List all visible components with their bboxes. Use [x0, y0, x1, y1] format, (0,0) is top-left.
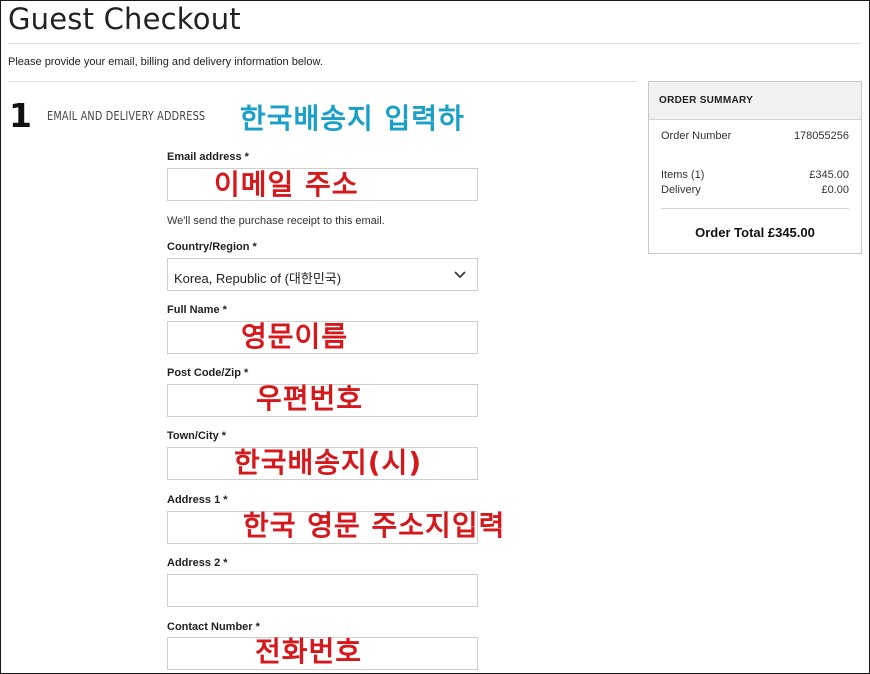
chevron-down-icon — [454, 271, 466, 279]
address1-annotation: 한국 영문 주소지입력 — [243, 509, 506, 542]
post-code-annotation: 우편번호 — [256, 382, 364, 415]
step-number: 1 — [9, 96, 32, 135]
title-divider — [8, 43, 861, 44]
address2-field[interactable] — [167, 574, 478, 607]
post-code-label: Post Code/Zip * — [167, 367, 249, 379]
town-label: Town/City * — [167, 430, 227, 442]
full-name-label: Full Name * — [167, 304, 227, 316]
email-label: Email address * — [167, 151, 249, 163]
step-annotation: 한국배송지 입력하 — [240, 102, 465, 135]
order-summary: ORDER SUMMARY Order Number 178055256 Ite… — [648, 81, 862, 254]
intro-text: Please provide your email, billing and d… — [8, 56, 323, 68]
contact-label: Contact Number * — [167, 621, 260, 633]
address2-label: Address 2 * — [167, 557, 228, 569]
order-number-value: 178055256 — [793, 130, 849, 142]
order-summary-title: ORDER SUMMARY — [659, 95, 754, 106]
email-help-text: We'll send the purchase receipt to this … — [167, 215, 385, 227]
step-title: EMAIL AND DELIVERY ADDRESS — [47, 109, 206, 123]
full-name-annotation: 영문이름 — [241, 320, 349, 353]
address1-label: Address 1 * — [167, 494, 228, 506]
email-annotation: 이메일 주소 — [214, 168, 359, 201]
country-selected-value: Korea, Republic of (대한민국) — [174, 271, 342, 286]
delivery-label: Delivery — [661, 184, 701, 196]
items-label: Items (1) — [661, 169, 705, 181]
town-annotation: 한국배송지(시) — [234, 446, 423, 479]
order-total: Order Total £345.00 — [695, 225, 815, 240]
contact-annotation: 전화번호 — [255, 635, 363, 668]
country-select[interactable]: Korea, Republic of (대한민국) — [167, 258, 478, 291]
section-divider — [8, 81, 637, 82]
page-title: Guest Checkout — [8, 2, 241, 36]
items-value: £345.00 — [809, 169, 849, 181]
summary-divider — [661, 208, 849, 209]
order-number-label: Order Number — [661, 130, 732, 142]
delivery-value: £0.00 — [821, 184, 849, 196]
order-summary-header: ORDER SUMMARY — [649, 82, 861, 120]
country-label: Country/Region * — [167, 241, 257, 253]
